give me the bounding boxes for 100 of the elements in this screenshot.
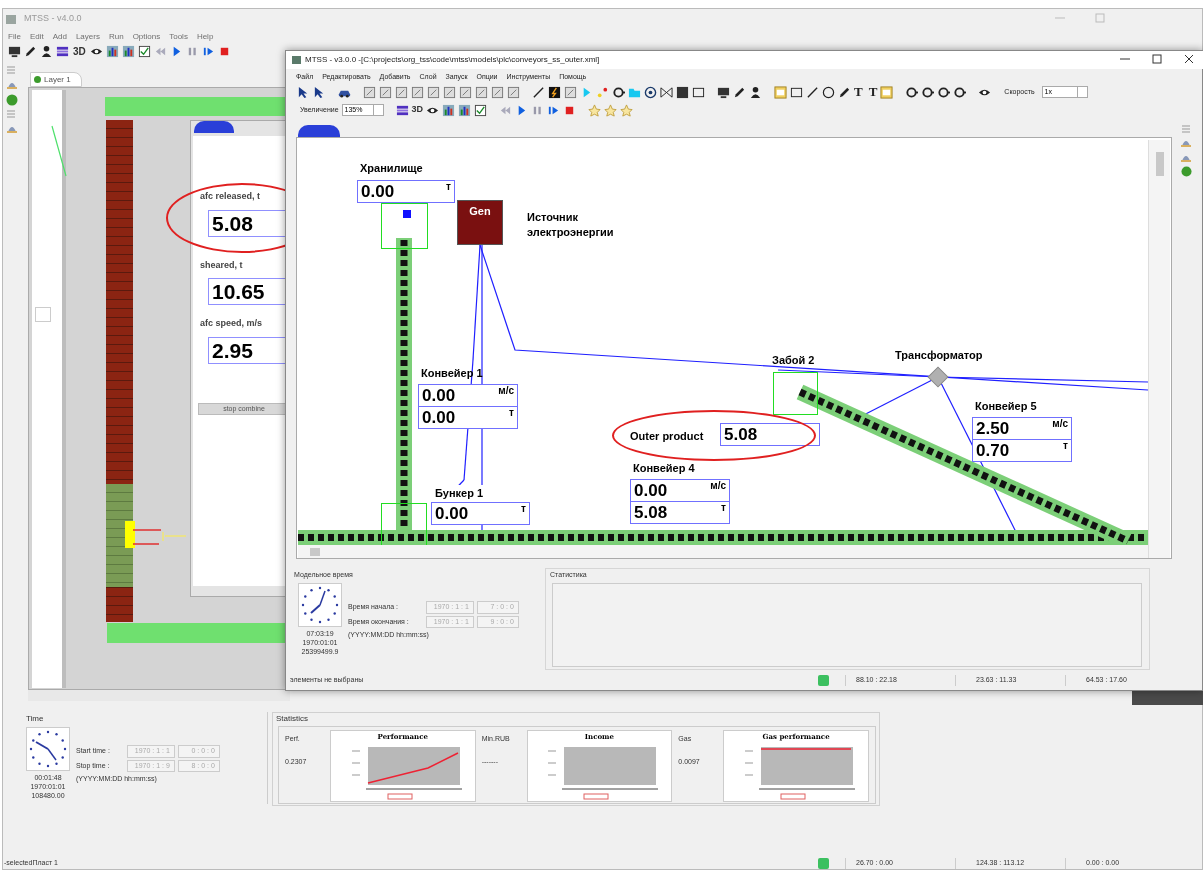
field-label: afc speed, m/s (200, 317, 264, 330)
star-icon[interactable] (588, 103, 602, 117)
cut-lines (133, 527, 187, 547)
3d-toggle[interactable]: 3D (73, 44, 86, 59)
step-icon[interactable] (201, 45, 215, 58)
figure-icon[interactable] (749, 85, 762, 99)
display-value: 0.00 (422, 384, 456, 407)
menu-item[interactable]: Layers (75, 31, 100, 43)
panel-title: Statistics (276, 713, 308, 725)
menu-item[interactable]: Run (108, 31, 124, 43)
transformer-label: Трансформатор (895, 348, 983, 363)
conveyor-label: Конвейер 4 (633, 461, 696, 476)
text-tool[interactable]: T (868, 82, 878, 102)
display-value: 5.08 (634, 501, 668, 524)
dialog-tab[interactable] (194, 121, 234, 133)
caption-text: электроэнергии (527, 225, 614, 240)
checkbox-icon[interactable] (137, 45, 151, 58)
unit-label: м/с (710, 479, 726, 492)
selection-frame (381, 203, 428, 249)
line-icon[interactable] (532, 85, 545, 99)
unit-label: т (1063, 439, 1068, 452)
panel-title: Бункер 1 (434, 485, 485, 502)
line-icon[interactable] (806, 85, 819, 99)
square-icon[interactable] (676, 85, 689, 99)
rectangle-icon[interactable] (692, 85, 705, 99)
conveyor-label: Конвейер 5 (975, 399, 1038, 414)
menu-item[interactable]: Tools (169, 31, 188, 43)
pencil-icon[interactable] (838, 85, 851, 99)
spark-icon[interactable] (596, 85, 609, 99)
app-icon (292, 56, 301, 64)
storage-marker (403, 210, 411, 218)
gear-icon[interactable] (644, 85, 657, 99)
layer-tab[interactable]: Layer 1 (30, 72, 82, 87)
display-value: 2.50 (976, 417, 1010, 440)
circle-icon[interactable] (822, 85, 835, 99)
ring-icon[interactable] (921, 85, 935, 99)
field-label: afc released, t (200, 190, 262, 203)
display-value: 0.00 (435, 503, 469, 525)
bar-chart-icon[interactable] (442, 103, 456, 117)
unit-label: т (509, 406, 514, 419)
monitor-icon[interactable] (717, 85, 730, 99)
display-value: 5.08 (724, 424, 758, 446)
figure-icon[interactable] (40, 45, 53, 58)
monitor-icon[interactable] (8, 45, 21, 58)
window-title: MTSS - v3.0.0 -[C:\projects\org_tss\code\mtss\models\plc\conveyors_ss_outer.xml] (305, 54, 600, 66)
status-icon (818, 858, 829, 869)
display-value: 0.00 (634, 479, 668, 502)
star-icon[interactable] (604, 103, 618, 117)
display-value: 0.70 (976, 439, 1010, 462)
pencil-icon[interactable] (24, 45, 37, 58)
menu-item[interactable]: Edit (29, 31, 44, 43)
link-line (51, 125, 67, 177)
bar-chart-icon[interactable] (105, 45, 119, 58)
unit-label: т (721, 501, 726, 514)
maximize-icon[interactable] (1152, 54, 1162, 64)
menu-item[interactable]: Options (132, 31, 161, 43)
3d-toggle[interactable]: 3D (411, 103, 424, 117)
menu-item[interactable]: File (8, 31, 21, 43)
combine-marker (125, 521, 135, 548)
ring-icon[interactable] (905, 85, 919, 99)
vertical-scrollbar[interactable] (1148, 140, 1170, 558)
pencil-icon[interactable] (733, 85, 746, 99)
horizontal-scrollbar[interactable] (28, 690, 290, 701)
layer-tab[interactable] (298, 125, 340, 137)
clock-icon (26, 727, 70, 771)
checkbox-icon[interactable] (474, 103, 488, 117)
horizontal-scrollbar[interactable] (298, 545, 1148, 558)
text-tool[interactable]: T (854, 82, 863, 102)
selection-frame (773, 372, 818, 415)
menu-item[interactable]: Add (52, 31, 67, 43)
panel-title: Хранилище (360, 161, 423, 176)
sphere-icon[interactable] (6, 94, 18, 106)
bowtie-icon[interactable] (660, 85, 673, 99)
outer-product-label: Outer product (630, 429, 704, 444)
square-frame (35, 307, 51, 322)
rectangle-icon[interactable] (790, 85, 803, 99)
unit-label: м/с (1052, 417, 1068, 430)
stripes-icon[interactable] (395, 103, 409, 117)
selection-frame (381, 503, 427, 545)
window-title: MTSS - v4.0.0 (24, 12, 82, 26)
unit-label: м/с (498, 384, 514, 397)
ring-icon[interactable] (937, 85, 951, 99)
bar-chart-icon[interactable] (121, 45, 135, 58)
close-icon[interactable] (1184, 54, 1194, 64)
clock-icon (298, 583, 342, 627)
bar-chart-icon[interactable] (458, 103, 472, 117)
unit-label: т (446, 181, 451, 193)
field-label: sheared, t (200, 258, 244, 272)
conveyor-label: Конвейер 1 (421, 366, 484, 381)
bolt-icon[interactable] (548, 85, 561, 99)
face-label: Забой 2 (772, 353, 815, 368)
sphere-icon[interactable] (1180, 166, 1192, 177)
star-icon[interactable] (620, 103, 634, 117)
ring-icon[interactable] (953, 85, 967, 99)
stripes-icon[interactable] (56, 45, 69, 58)
status-icon (818, 675, 829, 686)
caption-text: Источник (527, 210, 579, 225)
ring-icon[interactable] (612, 85, 625, 99)
display-value: 0.00 (361, 181, 395, 203)
menu-item[interactable]: Help (196, 31, 214, 43)
